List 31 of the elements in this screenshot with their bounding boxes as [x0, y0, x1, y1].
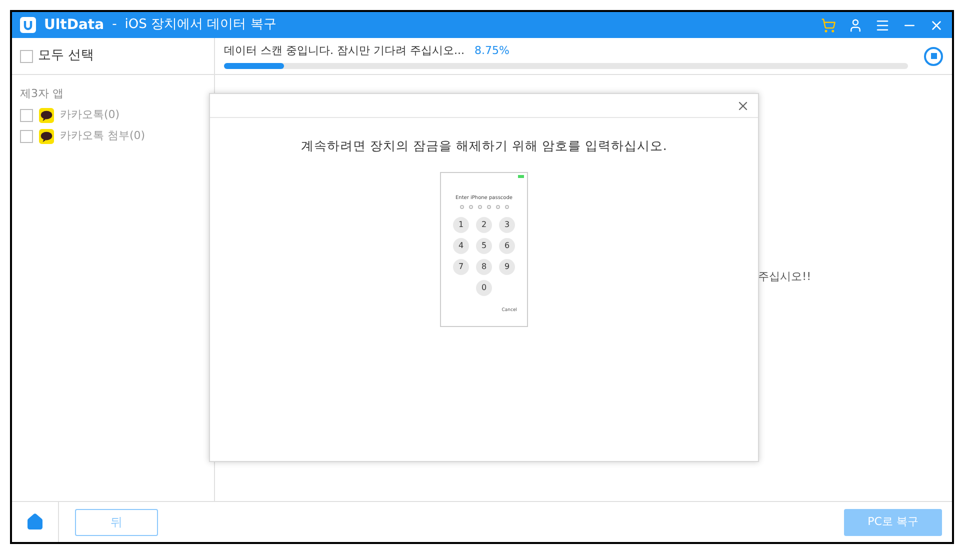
chat-bubble-icon: [39, 128, 54, 144]
select-all-label[interactable]: 모두 선택: [38, 46, 94, 66]
keypad-key[interactable]: 4: [453, 238, 469, 254]
progress-message: 데이터 스캔 중입니다. 잠시만 기다려 주십시오...: [224, 42, 464, 59]
keypad-key[interactable]: 7: [453, 258, 469, 275]
checkbox[interactable]: [20, 50, 33, 62]
keypad-key[interactable]: 8: [476, 258, 492, 275]
keypad-key[interactable]: 9: [499, 258, 515, 275]
dialog-message: 계속하려면 장치의 잠금을 해제하기 위해 암호를 입력하십시오.: [300, 137, 668, 155]
app-name: UltData: [44, 16, 104, 34]
keypad-key[interactable]: 6: [499, 238, 515, 254]
checkbox[interactable]: [20, 108, 33, 122]
separator-dash: -: [112, 16, 117, 34]
keypad-key[interactable]: 2: [476, 216, 492, 233]
checkbox[interactable]: [20, 130, 33, 142]
chat-bubble-icon: [39, 108, 54, 122]
window-title: iOS 장치에서 데이터 복구: [124, 16, 276, 34]
stop-button[interactable]: [924, 46, 943, 66]
keypad-key[interactable]: 1: [453, 216, 469, 233]
background-message: 주십시오!!: [758, 268, 811, 285]
progress-percent: 8.75%: [474, 42, 510, 59]
keypad-key[interactable]: 0: [476, 280, 492, 296]
battery-icon: [518, 174, 524, 178]
menu-icon[interactable]: [875, 18, 890, 32]
keypad-key[interactable]: 3: [499, 216, 515, 233]
cart-icon[interactable]: [821, 18, 836, 32]
home-icon[interactable]: [26, 513, 44, 531]
section-title: 제3자 앱: [19, 86, 64, 102]
keypad-key[interactable]: 5: [476, 238, 492, 254]
logo-icon: [20, 17, 36, 33]
account-icon[interactable]: [848, 18, 863, 32]
